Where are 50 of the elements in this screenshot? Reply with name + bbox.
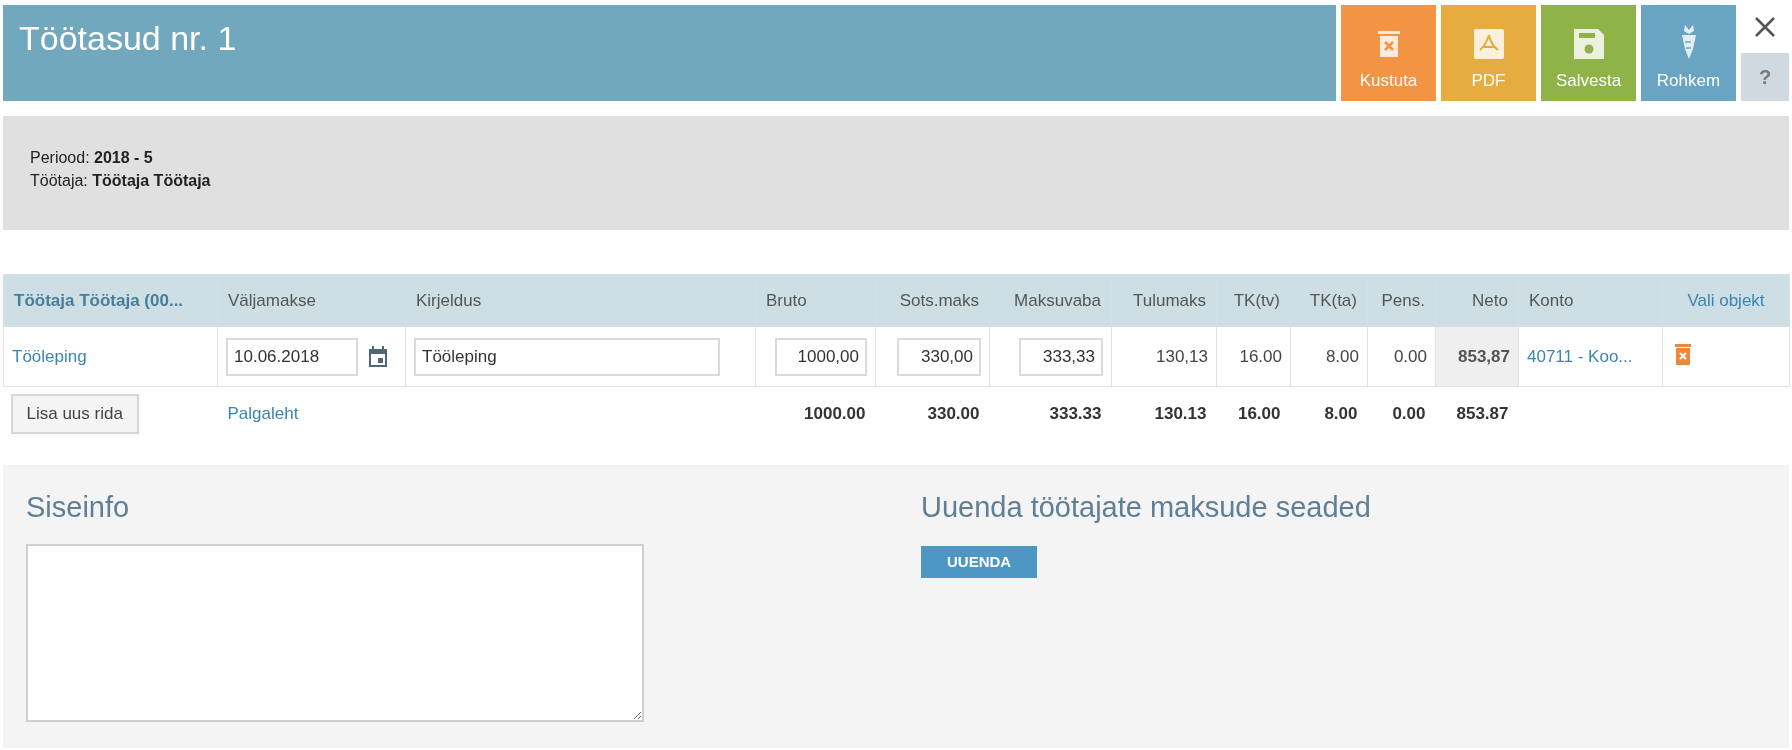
total-value: 333.33 xyxy=(1049,403,1102,423)
save-button[interactable]: Salvesta xyxy=(1541,5,1636,101)
amount-field[interactable]: 1000,00 xyxy=(775,337,867,376)
column-header: TK(tv) xyxy=(1216,274,1291,327)
info-line: Periood: 2018 - 5 xyxy=(30,149,154,167)
trash-icon[interactable] xyxy=(1675,343,1691,365)
column-header: Tulumaks xyxy=(1111,274,1217,327)
total-value: 853.87 xyxy=(1456,403,1509,423)
page-title: Töötasud nr. 1 xyxy=(19,19,238,58)
total-value: 0.00 xyxy=(1392,403,1426,423)
section-heading: Uuenda töötajate maksude seaded xyxy=(921,490,1371,524)
column-header: Konto xyxy=(1518,274,1663,327)
payslip-link[interactable]: Palgaleht xyxy=(227,403,299,423)
help-button[interactable]: ? xyxy=(1741,53,1789,101)
total-value: 1000.00 xyxy=(804,403,866,423)
description-field[interactable]: Tööleping xyxy=(414,337,720,376)
amount-field[interactable]: 333,33 xyxy=(1019,337,1103,376)
column-header: Neto xyxy=(1435,274,1519,327)
date-field[interactable]: 10.06.2018 xyxy=(226,337,358,376)
add-row-button[interactable]: Lisa uus rida xyxy=(10,393,139,434)
notes-field[interactable] xyxy=(26,543,644,722)
column-header: Väljamakse xyxy=(217,274,406,327)
table-cell: 8.00 xyxy=(1325,346,1359,366)
table-cell: 130,13 xyxy=(1156,346,1208,366)
column-header: Maksuvaba xyxy=(989,274,1112,327)
update-button[interactable]: UUENDA xyxy=(921,545,1038,578)
column-header: Kirjeldus xyxy=(405,274,756,327)
column-header[interactable]: Vali objekt xyxy=(1662,274,1790,327)
trash-icon xyxy=(1377,29,1400,59)
calendar-icon[interactable] xyxy=(368,345,388,368)
table-cell: 0.00 xyxy=(1393,346,1427,366)
more-button[interactable]: Rohkem xyxy=(1641,5,1736,101)
column-header: Töötaja Töötaja (00... xyxy=(3,274,218,327)
total-value: 16.00 xyxy=(1237,403,1281,423)
delete-button[interactable]: Kustuta xyxy=(1341,5,1436,101)
column-header: TK(ta) xyxy=(1290,274,1368,327)
column-header: Pens. xyxy=(1367,274,1436,327)
section-heading: Siseinfo xyxy=(26,490,131,524)
table-link[interactable]: Tööleping xyxy=(12,346,87,366)
net-amount: 853,87 xyxy=(1458,346,1510,366)
total-value: 8.00 xyxy=(1324,403,1358,423)
total-value: 330.00 xyxy=(927,403,980,423)
amount-field[interactable]: 330,00 xyxy=(897,337,981,376)
close-icon xyxy=(1754,16,1776,38)
pdf-icon xyxy=(1473,29,1504,59)
table-cell: 16.00 xyxy=(1239,346,1282,366)
total-value: 130.13 xyxy=(1154,403,1207,423)
column-header: Bruto xyxy=(755,274,876,327)
info-line: Töötaja: Töötaja Töötaja xyxy=(30,172,212,190)
column-header: Sots.maks xyxy=(875,274,990,327)
